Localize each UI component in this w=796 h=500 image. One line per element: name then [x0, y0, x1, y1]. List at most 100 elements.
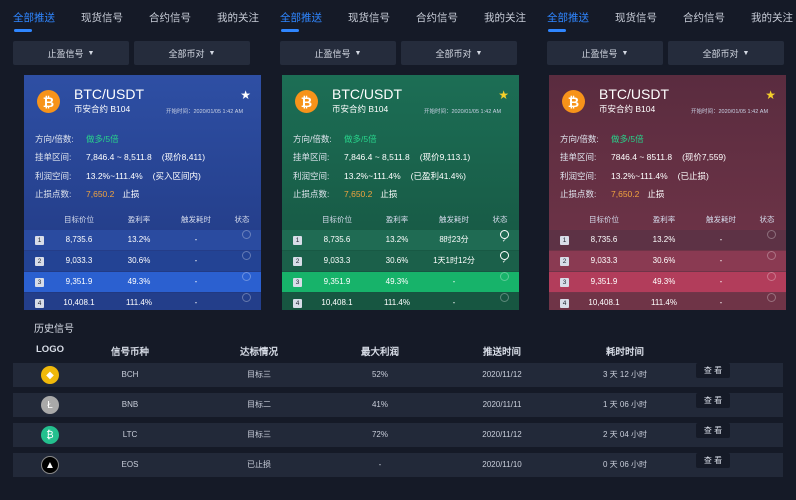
history-header-4: 推送时间	[482, 347, 521, 358]
target-row: 3 9,351.9 49.3% -	[282, 272, 519, 292]
range-note: (现价8,411)	[161, 152, 206, 162]
exchange-subtitle: 币安合约 B104	[74, 104, 131, 114]
target-trigger-time: -	[452, 277, 456, 286]
history-row: ▲ EOS 已止损 - 2020/11/10 0 天 06 小时 查 看	[13, 453, 783, 477]
pair-dropdown[interactable]: 全部币对 ▼	[668, 41, 784, 65]
range-label: 挂单区间:	[35, 152, 72, 162]
target-trigger-time: -	[452, 298, 456, 307]
target-row: 3 9,351.9 49.3% -	[24, 272, 261, 292]
target-row: 1 8,735.6 13.2% 8时23分 ✓	[282, 230, 519, 250]
favorite-star-icon[interactable]: ★	[240, 89, 251, 101]
empty-circle-icon	[242, 272, 251, 281]
tab-contract[interactable]: 合约信号	[683, 0, 725, 36]
header-status: 状态	[234, 215, 250, 224]
tab-contract[interactable]: 合约信号	[149, 0, 191, 36]
target-price: 10,408.1	[588, 298, 620, 307]
stop-note: 止损	[647, 189, 665, 199]
caret-down-icon: ▼	[208, 49, 216, 57]
target-trigger-time: -	[194, 256, 198, 265]
profit-value: 13.2%~111.4%	[611, 171, 668, 181]
exchange-subtitle: 币安合约 B104	[599, 104, 656, 114]
target-row: 3 9,351.9 49.3% -	[549, 272, 786, 292]
dir-label: 方向/倍数:	[560, 134, 599, 144]
signal-card[interactable]: ₿ BTC/USDT 币安合约 B104 开始时间：2020/01/05 1:42 A…	[549, 75, 786, 310]
history-profit: 41%	[371, 400, 388, 409]
start-time: 开始时间：2020/01/05 1:42 AM	[166, 109, 244, 115]
empty-circle-icon	[767, 272, 776, 281]
target-index: 4	[293, 299, 302, 308]
tab-all[interactable]: 全部推送	[547, 0, 589, 36]
tab-bar: 全部推送 现货信号 合约信号 我的关注	[13, 0, 285, 36]
tab-follow[interactable]: 我的关注	[751, 0, 793, 36]
stop-value: 7,650.2	[611, 189, 640, 199]
view-button[interactable]: 查 看	[696, 423, 730, 438]
tab-spot[interactable]: 现货信号	[81, 0, 123, 36]
target-trigger-time: -	[194, 298, 198, 307]
profit-value: 13.2%~111.4%	[86, 171, 143, 181]
signal-type-dropdown[interactable]: 止盈信号 ▼	[13, 41, 129, 65]
dropdown-label: 全部币对	[435, 48, 472, 59]
favorite-star-icon[interactable]: ★	[498, 89, 509, 101]
history-header-1: 信号币种	[110, 347, 149, 358]
info-stop: 止损点数: 7,650.2 止损	[560, 188, 664, 200]
targets-header: 目标价位 盈利率 触发耗时 状态	[549, 214, 786, 228]
stop-note: 止损	[380, 189, 398, 199]
target-index: 4	[35, 299, 44, 308]
target-rate: 111.4%	[126, 298, 152, 307]
favorite-star-icon[interactable]: ★	[765, 89, 776, 101]
header-price: 目标价位	[589, 215, 619, 224]
target-trigger-time: 8时23分	[439, 235, 469, 244]
history-title: 历史信号	[34, 324, 74, 335]
tab-spot[interactable]: 现货信号	[615, 0, 657, 36]
empty-circle-icon	[242, 230, 251, 239]
view-button[interactable]: 查 看	[696, 363, 730, 378]
range-note: (现价9,113.1)	[419, 152, 471, 162]
tab-follow[interactable]: 我的关注	[217, 0, 259, 36]
profit-label: 利润空间:	[35, 171, 72, 181]
target-trigger-time: -	[194, 277, 198, 286]
info-stop: 止损点数: 7,650.2 止损	[35, 188, 139, 200]
history-profit: -	[378, 460, 382, 469]
target-row: 4 10,408.1 111.4% -	[282, 293, 519, 310]
history-coin: EOS	[121, 460, 139, 469]
target-row: 2 9,033.3 30.6% -	[24, 251, 261, 271]
target-price: 9,351.9	[323, 277, 351, 286]
stop-value: 7,650.2	[344, 189, 373, 199]
tab-all[interactable]: 全部推送	[13, 0, 55, 36]
stop-label: 止损点数:	[560, 189, 597, 199]
signal-card[interactable]: ₿ BTC/USDT 币安合约 B104 开始时间：2020/01/05 1:42 A…	[282, 75, 519, 310]
signal-type-dropdown[interactable]: 止盈信号 ▼	[547, 41, 663, 65]
target-price: 9,033.3	[590, 256, 618, 265]
target-index: 3	[35, 278, 44, 287]
target-index: 2	[560, 257, 569, 266]
pair-dropdown[interactable]: 全部币对 ▼	[401, 41, 517, 65]
signal-card[interactable]: ₿ BTC/USDT 币安合约 B104 开始时间：2020/01/05 1:42 A…	[24, 75, 261, 310]
tab-all[interactable]: 全部推送	[280, 0, 322, 36]
view-button[interactable]: 查 看	[696, 393, 730, 408]
history-duration: 3 天 12 小时	[602, 370, 647, 379]
info-dir: 方向/倍数: 做多/5倍	[35, 133, 119, 145]
info-range: 挂单区间: 7,846.4 ~ 8,511.8 (现价9,113.1)	[293, 151, 470, 163]
target-rate: 49.3%	[652, 277, 676, 286]
tab-follow[interactable]: 我的关注	[484, 0, 526, 36]
history-duration: 1 天 06 小时	[602, 400, 647, 409]
header-price: 目标价位	[64, 215, 94, 224]
range-label: 挂单区间:	[560, 152, 597, 162]
target-row: 2 9,033.3 30.6% 1天1时12分 ✓	[282, 251, 519, 271]
target-price: 9,033.3	[65, 256, 93, 265]
bch-logo-icon: ◆	[41, 366, 59, 384]
tab-contract[interactable]: 合约信号	[416, 0, 458, 36]
pair-title: BTC/USDT	[599, 86, 669, 102]
target-row: 2 9,033.3 30.6% -	[549, 251, 786, 271]
signal-type-dropdown[interactable]: 止盈信号 ▼	[280, 41, 396, 65]
target-rate: 111.4%	[651, 298, 677, 307]
history-status: 目标三	[247, 370, 271, 379]
target-price: 10,408.1	[63, 298, 95, 307]
pair-dropdown[interactable]: 全部币对 ▼	[134, 41, 250, 65]
tab-spot[interactable]: 现货信号	[348, 0, 390, 36]
pair-title: BTC/USDT	[74, 86, 144, 102]
view-button[interactable]: 查 看	[696, 453, 730, 468]
header-status: 状态	[759, 215, 775, 224]
history-profit: 52%	[371, 370, 388, 379]
history-row: ◆ BCH 目标三 52% 2020/11/12 3 天 12 小时 查 看	[13, 363, 783, 387]
